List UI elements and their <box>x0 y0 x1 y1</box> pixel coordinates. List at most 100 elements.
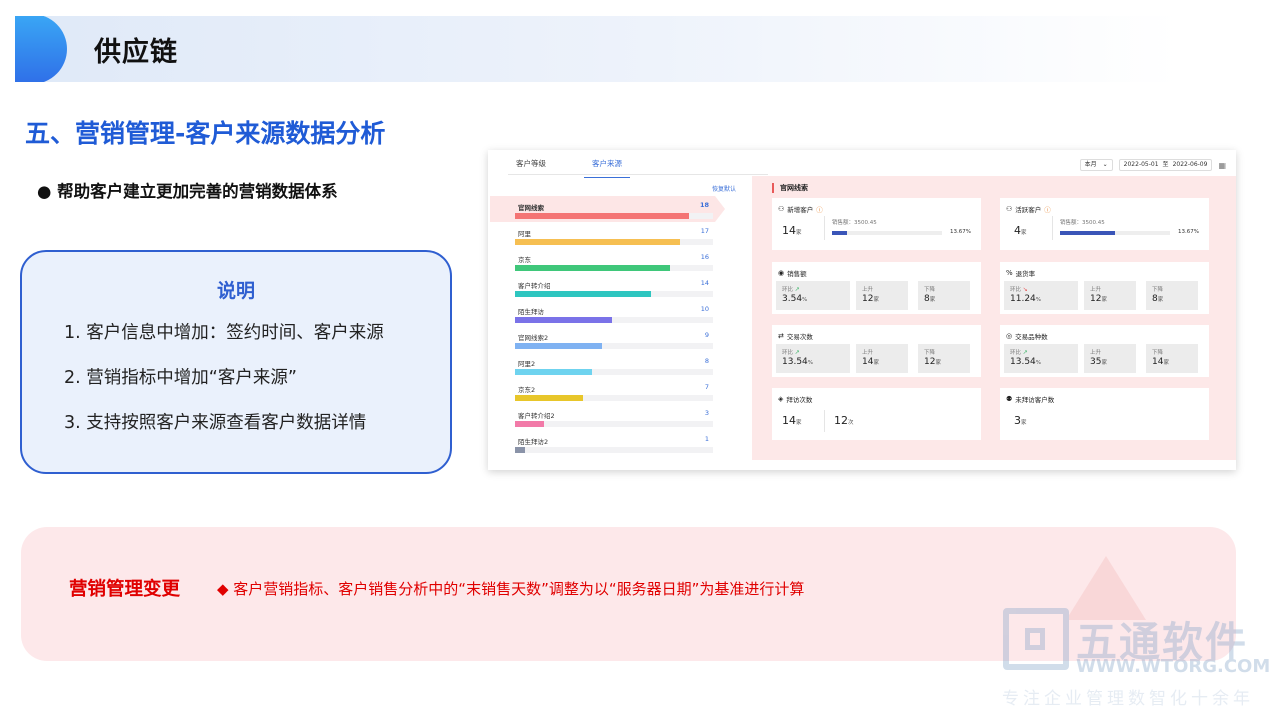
watermark-slogan: 专注企业管理数智化十余年 <box>1002 689 1254 709</box>
source-count: 3 <box>704 409 709 417</box>
card-title: 交易品种数 <box>1015 333 1048 341</box>
source-bar-track <box>515 369 713 375</box>
unit: 家 <box>796 230 802 236</box>
user-group-icon: ⚉ <box>1006 395 1013 403</box>
source-row[interactable]: 客户转介绍 14 <box>490 274 715 300</box>
percent-icon: % <box>1006 269 1013 277</box>
return-rate-card: % 退货率 环比 ↘ 11.24% 上升 12家 下降 8家 <box>1000 262 1209 314</box>
trend-up-icon: ↗ <box>794 286 800 293</box>
unit: % <box>802 297 808 303</box>
trend-up-icon: ↗ <box>794 349 800 356</box>
user-icon: ⚇ <box>1006 205 1013 213</box>
calendar-icon[interactable]: ▦ <box>1218 161 1226 170</box>
mom-label: 环比 <box>1010 287 1022 293</box>
card-title: 未拜访客户数 <box>1015 396 1055 404</box>
source-bar <box>515 317 612 323</box>
user-icon: ⚇ <box>778 205 785 213</box>
source-bar <box>515 291 651 297</box>
source-count: 18 <box>699 201 709 209</box>
unit: 家 <box>796 420 802 426</box>
up-label: 上升 <box>1090 350 1102 356</box>
date-range-picker[interactable]: 2022-05-01 至 2022-06-09 <box>1118 159 1213 171</box>
source-name: 官网线索 <box>518 204 544 212</box>
trend-up-icon: ↗ <box>1022 349 1028 356</box>
source-count: 8 <box>704 357 709 365</box>
source-name: 陌生拜访2 <box>518 438 549 446</box>
help-icon[interactable]: ⓘ <box>816 204 823 214</box>
source-bar-track <box>515 265 713 271</box>
date-separator: 至 <box>1162 161 1169 168</box>
sales-value: 3500.45 <box>1082 220 1105 226</box>
source-row[interactable]: 京东2 7 <box>490 378 715 404</box>
restore-default-link[interactable]: 恢复默认 <box>712 184 736 193</box>
source-row[interactable]: 陌生拜访 10 <box>490 300 715 326</box>
source-detail-panel: 官网线索 ⚇ 新增客户 ⓘ 14家 销售额：3500.45 13.67% ⚇ 活跃客户… <box>752 176 1236 460</box>
explanation-title: 说明 <box>216 280 255 302</box>
sales-label: 销售额： <box>1060 220 1083 226</box>
unit: 家 <box>1021 420 1027 426</box>
visit-customers-value: 14 <box>782 414 796 427</box>
explanation-box: 说明 1. 客户信息中增加：签约时间、客户来源 2. 营销指标中增加“客户来源”… <box>20 250 452 474</box>
sales-percent: 13.67% <box>950 229 971 235</box>
visit-times-value: 12 <box>834 414 848 427</box>
mom-value: 11.24 <box>1010 294 1036 304</box>
card-title: 新增客户 <box>787 206 814 214</box>
trade-varieties-card: ◎ 交易品种数 环比 ↗ 13.54% 上升 35家 下降 14家 <box>1000 325 1209 377</box>
new-customers-card: ⚇ 新增客户 ⓘ 14家 销售额：3500.45 13.67% <box>772 198 981 250</box>
sales-value: 3500.45 <box>854 220 877 226</box>
source-bar-track <box>515 291 713 297</box>
company-logo-icon <box>1003 608 1069 670</box>
source-name: 京东 <box>518 256 531 264</box>
source-row[interactable]: 陌生拜访2 1 <box>490 430 715 456</box>
unit: 家 <box>1101 297 1107 303</box>
up-box: 上升 35家 <box>1084 344 1136 373</box>
down-box: 下降 8家 <box>1146 281 1198 310</box>
date-to: 2022-06-09 <box>1172 161 1208 168</box>
unit: % <box>1035 297 1041 303</box>
source-bar-track <box>515 239 713 245</box>
source-row[interactable]: 阿里2 8 <box>490 352 715 378</box>
bullet-text: 帮助客户建立更加完善的营销数据体系 <box>57 182 338 201</box>
unit: 家 <box>1101 360 1107 366</box>
source-row[interactable]: 京东 16 <box>490 248 715 274</box>
source-row[interactable]: 官网线索2 9 <box>490 326 715 352</box>
explanation-item: 3. 支持按照客户来源查看客户数据详情 <box>64 413 367 433</box>
sales-progress-track <box>832 231 942 235</box>
source-name: 阿里 <box>518 230 531 238</box>
down-box: 下降 14家 <box>1146 344 1198 373</box>
source-bar <box>515 343 603 349</box>
source-bar <box>515 395 583 401</box>
visits-card: ◈ 拜访次数 14家 12次 <box>772 388 981 440</box>
detail-heading: 官网线索 <box>772 183 808 193</box>
mom-label: 环比 <box>782 350 794 356</box>
source-row[interactable]: 官网线索 18 <box>490 196 725 222</box>
new-customers-value: 14 <box>782 224 796 237</box>
sales-progress-track <box>1060 231 1170 235</box>
explanation-item: 2. 营销指标中增加“客户来源” <box>64 368 297 388</box>
unit: 家 <box>1163 360 1169 366</box>
up-value: 12 <box>1090 294 1102 304</box>
mom-value: 13.54 <box>782 357 808 367</box>
date-from: 2022-05-01 <box>1123 161 1159 168</box>
up-label: 上升 <box>862 287 874 293</box>
source-name: 客户转介绍2 <box>518 412 555 420</box>
help-icon[interactable]: ⓘ <box>1044 204 1051 214</box>
source-count: 14 <box>700 279 709 287</box>
card-title: 活跃客户 <box>1015 206 1042 214</box>
source-bar-track <box>515 395 713 401</box>
source-row[interactable]: 客户转介绍2 3 <box>490 404 715 430</box>
header-accent <box>15 16 67 82</box>
watermark-url: WWW.WTORG.COM <box>1076 656 1271 677</box>
source-row[interactable]: 阿里 17 <box>490 222 715 248</box>
source-count: 1 <box>704 435 709 443</box>
filter-toolbar: 本月 ⌄ 2022-05-01 至 2022-06-09 ▦ <box>1079 159 1226 171</box>
source-name: 阿里2 <box>518 360 536 368</box>
source-count: 16 <box>700 253 709 261</box>
explanation-item: 1. 客户信息中增加：签约时间、客户来源 <box>64 323 384 343</box>
unvisited-value: 3 <box>1014 414 1021 427</box>
source-list: 官网线索 18 阿里 17 京东 16 客户转介绍 14 陌生拜访 10 官网线索2 9 阿里2 8 京东2… <box>490 196 725 456</box>
source-bar <box>515 265 670 271</box>
mom-box: 环比 ↗ 13.54% <box>776 344 850 373</box>
period-select[interactable]: 本月 ⌄ <box>1079 159 1113 171</box>
source-bar-track <box>515 343 713 349</box>
